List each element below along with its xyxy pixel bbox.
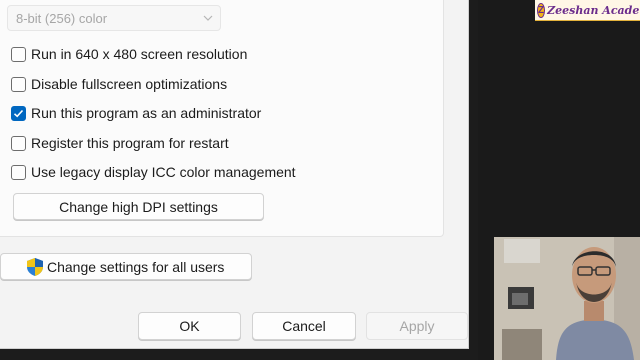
presenter-image xyxy=(494,237,640,360)
ok-button[interactable]: OK xyxy=(138,312,241,340)
option-label: Run in 640 x 480 screen resolution xyxy=(31,46,248,62)
change-all-users-button[interactable]: Change settings for all users xyxy=(0,253,252,280)
logo-text: Zeeshan Academy xyxy=(547,3,640,17)
uac-shield-icon xyxy=(27,257,43,276)
option-run-640x480[interactable]: Run in 640 x 480 screen resolution xyxy=(11,44,247,64)
color-mode-dropdown[interactable]: 8-bit (256) color xyxy=(7,5,221,31)
logo-badge: Z xyxy=(537,2,546,18)
option-run-as-admin[interactable]: Run this program as an administrator xyxy=(11,103,261,123)
option-label: Disable fullscreen optimizations xyxy=(31,76,228,92)
option-label: Run this program as an administrator xyxy=(31,105,262,121)
checkbox[interactable] xyxy=(11,135,26,151)
compatibility-dialog: 8-bit (256) color Run in 640 x 480 scree… xyxy=(0,0,469,349)
channel-logo: Z Zeeshan Academy xyxy=(535,0,640,21)
option-label: Register this program for restart xyxy=(31,135,229,151)
checkmark-icon xyxy=(13,109,24,117)
all-users-label: Change settings for all users xyxy=(47,258,225,275)
checkbox[interactable] xyxy=(11,164,26,180)
option-legacy-icc[interactable]: Use legacy display ICC color management xyxy=(11,162,296,182)
settings-group: 8-bit (256) color Run in 640 x 480 scree… xyxy=(0,0,444,237)
chevron-down-icon xyxy=(203,15,213,21)
checkbox-checked[interactable] xyxy=(11,105,26,121)
cancel-button[interactable]: Cancel xyxy=(252,312,356,340)
webcam-overlay xyxy=(494,237,640,360)
checkbox[interactable] xyxy=(11,76,26,92)
option-disable-fullscreen-opt[interactable]: Disable fullscreen optimizations xyxy=(11,74,227,94)
change-dpi-button[interactable]: Change high DPI settings xyxy=(13,193,264,220)
option-label: Use legacy display ICC color management xyxy=(31,164,296,180)
option-register-restart[interactable]: Register this program for restart xyxy=(11,133,229,153)
apply-button[interactable]: Apply xyxy=(366,312,468,340)
checkbox[interactable] xyxy=(11,46,26,62)
color-mode-value: 8-bit (256) color xyxy=(16,11,108,26)
